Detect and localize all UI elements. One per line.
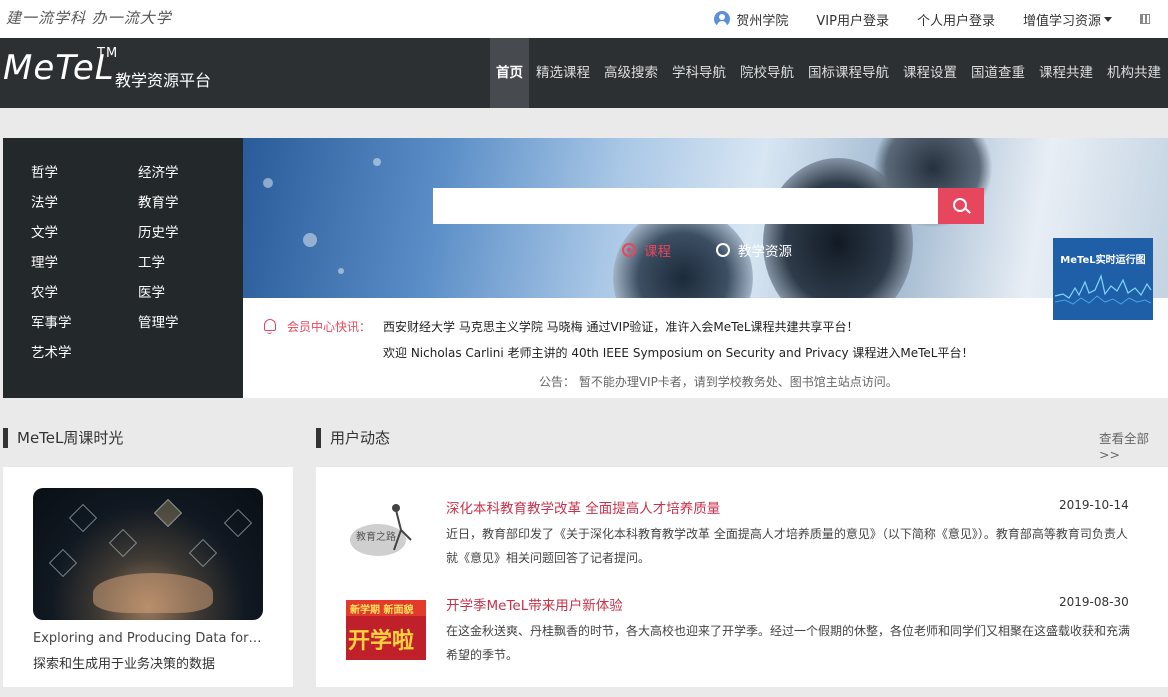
news-line[interactable]: 西安财经大学 马克思主义学院 马晓梅 通过VIP验证，准许入会MeTeL课程共建… xyxy=(383,318,859,335)
hexagon-decoration xyxy=(48,548,78,578)
news-title[interactable]: 开学季MeTeL带来用户新体验 xyxy=(446,594,623,614)
search-type-course-radio[interactable]: 课程 xyxy=(622,240,671,260)
nav-item-school-nav[interactable]: 院校导航 xyxy=(733,38,801,108)
hand-image xyxy=(93,573,213,613)
svg-text:新学期 新面貌: 新学期 新面貌 xyxy=(350,603,413,616)
category-item[interactable]: 理学 xyxy=(31,251,58,271)
activity-section-heading: 用户动态 xyxy=(316,428,390,448)
category-item[interactable]: 哲学 xyxy=(31,161,58,181)
category-item[interactable]: 法学 xyxy=(31,191,58,211)
search-button[interactable] xyxy=(938,188,984,224)
nav-item-org-cobuild[interactable]: 机构共建 xyxy=(1100,38,1168,108)
logo-subtitle: 教学资源平台 xyxy=(115,71,212,90)
hexagon-decoration xyxy=(188,538,218,568)
search-input[interactable] xyxy=(433,188,938,224)
hexagon-decoration xyxy=(108,528,138,558)
institution-link[interactable]: 贺州学院 xyxy=(714,10,788,29)
category-panel: 哲学 经济学 法学 教育学 文学 历史学 理学 工学 农学 医学 军事学 管理学… xyxy=(3,138,243,398)
vip-login-link[interactable]: VIP用户登录 xyxy=(816,10,889,29)
svg-text:教育之路: 教育之路 xyxy=(356,530,396,543)
hexagon-decoration xyxy=(153,498,183,528)
banner-decoration xyxy=(373,158,381,166)
news-date: 2019-08-30 xyxy=(1059,595,1129,609)
course-subtitle: 探索和生成用于业务决策的数据 xyxy=(33,657,216,672)
news-thumbnail[interactable]: 教育之路 xyxy=(346,500,426,560)
nav-item-featured-courses[interactable]: 精选课程 xyxy=(529,38,597,108)
nav-item-course-settings[interactable]: 课程设置 xyxy=(896,38,964,108)
news-line[interactable]: 欢迎 Nicholas Carlini 老师主讲的 40th IEEE Symp… xyxy=(383,344,974,361)
reform-illustration-icon: 教育之路 xyxy=(350,504,412,556)
hexagon-decoration xyxy=(223,508,253,538)
news-label: 会员中心快讯： xyxy=(287,320,372,334)
resources-dropdown[interactable]: 增值学习资源 xyxy=(1023,10,1112,29)
hexagon-decoration xyxy=(68,503,98,533)
radio-label: 教学资源 xyxy=(738,244,792,260)
radio-label: 课程 xyxy=(644,244,671,260)
hero-banner: 课程 教学资源 xyxy=(243,138,1168,298)
weekly-section-heading: MeTeL周课时光 xyxy=(3,428,123,448)
category-item[interactable]: 军事学 xyxy=(31,311,72,331)
news-description: 近日，教育部印发了《关于深化本科教育教学改革 全面提高人才培养质量的意见》（以下… xyxy=(446,527,1128,565)
logo-trademark: TM xyxy=(97,46,119,61)
svg-text:开学啦: 开学啦 xyxy=(348,628,414,654)
weekly-course-card: Exploring and Producing Data for Busines… xyxy=(3,467,293,687)
course-title[interactable]: Exploring and Producing Data for Busines… xyxy=(33,631,263,646)
category-item[interactable]: 文学 xyxy=(31,221,58,241)
monitor-graph-icon xyxy=(1054,274,1152,305)
banner-decoration xyxy=(263,178,273,188)
main-nav: MeTeL TM 教学资源平台 首页 精选课程 高级搜索 学科导航 院校导航 国… xyxy=(0,38,1168,108)
logo[interactable]: MeTeL TM xyxy=(3,46,119,88)
caret-down-icon xyxy=(1104,16,1112,22)
top-links: 贺州学院 VIP用户登录 个人用户登录 增值学习资源 xyxy=(714,0,1168,38)
category-item[interactable]: 艺术学 xyxy=(31,341,72,361)
nav-items: 首页 精选课程 高级搜索 学科导航 院校导航 国标课程导航 课程设置 国道查重 … xyxy=(490,38,1168,108)
radio-selected-icon xyxy=(622,243,636,257)
category-item[interactable]: 农学 xyxy=(31,281,58,301)
search-type-resource-radio[interactable]: 教学资源 xyxy=(716,240,792,260)
category-item[interactable]: 经济学 xyxy=(138,161,179,181)
category-item[interactable]: 历史学 xyxy=(138,221,179,241)
bell-icon xyxy=(264,319,276,334)
semester-banner-icon: 新学期 新面貌 开学啦 xyxy=(346,600,426,660)
nav-item-plagiarism-check[interactable]: 国道查重 xyxy=(964,38,1032,108)
nav-item-home[interactable]: 首页 xyxy=(490,38,529,108)
category-item[interactable]: 医学 xyxy=(138,281,165,301)
activity-list: 教育之路 深化本科教育教学改革 全面提高人才培养质量 2019-10-14 近日… xyxy=(316,467,1168,687)
category-item[interactable]: 管理学 xyxy=(138,311,179,331)
qr-code-icon xyxy=(1140,14,1150,24)
search-icon-handle xyxy=(965,208,971,214)
slogan: 建一流学科 办一流大学 xyxy=(6,9,172,27)
news-description: 在这金秋送爽、丹桂飘香的时节，各大高校也迎来了开学季。经过一个假期的休整，各位老… xyxy=(446,624,1131,662)
member-news-panel: 会员中心快讯： 西安财经大学 马克思主义学院 马晓梅 通过VIP验证，准许入会M… xyxy=(243,298,1168,398)
banner-decoration xyxy=(303,233,317,247)
user-avatar-icon xyxy=(714,11,731,27)
banner-decoration xyxy=(338,268,344,274)
category-item[interactable]: 教育学 xyxy=(138,191,179,211)
institution-name: 贺州学院 xyxy=(736,13,789,29)
news-title[interactable]: 深化本科教育教学改革 全面提高人才培养质量 xyxy=(446,497,720,517)
nav-item-course-cobuild[interactable]: 课程共建 xyxy=(1032,38,1100,108)
radio-unselected-icon xyxy=(716,243,730,257)
see-all-link[interactable]: 查看全部>> xyxy=(1099,428,1168,462)
realtime-monitor-badge[interactable]: MeTeL实时运行图 xyxy=(1053,238,1153,320)
nav-item-subject-nav[interactable]: 学科导航 xyxy=(665,38,733,108)
personal-login-link[interactable]: 个人用户登录 xyxy=(917,10,995,29)
nav-item-standard-course-nav[interactable]: 国标课程导航 xyxy=(801,38,896,108)
qr-code-button[interactable] xyxy=(1140,14,1150,24)
news-date: 2019-10-14 xyxy=(1059,498,1129,512)
resources-label: 增值学习资源 xyxy=(1022,13,1101,29)
nav-item-advanced-search[interactable]: 高级搜索 xyxy=(597,38,665,108)
news-thumbnail[interactable]: 新学期 新面貌 开学啦 xyxy=(346,600,426,660)
category-item[interactable]: 工学 xyxy=(138,251,165,271)
notice-text: 公告： 暂不能办理VIP卡者，请到学校教务处、图书馆主站点访问。 xyxy=(539,375,898,389)
top-utility-bar: 建一流学科 办一流大学 贺州学院 VIP用户登录 个人用户登录 增值学习资源 xyxy=(0,0,1168,38)
course-thumbnail[interactable] xyxy=(33,488,263,620)
